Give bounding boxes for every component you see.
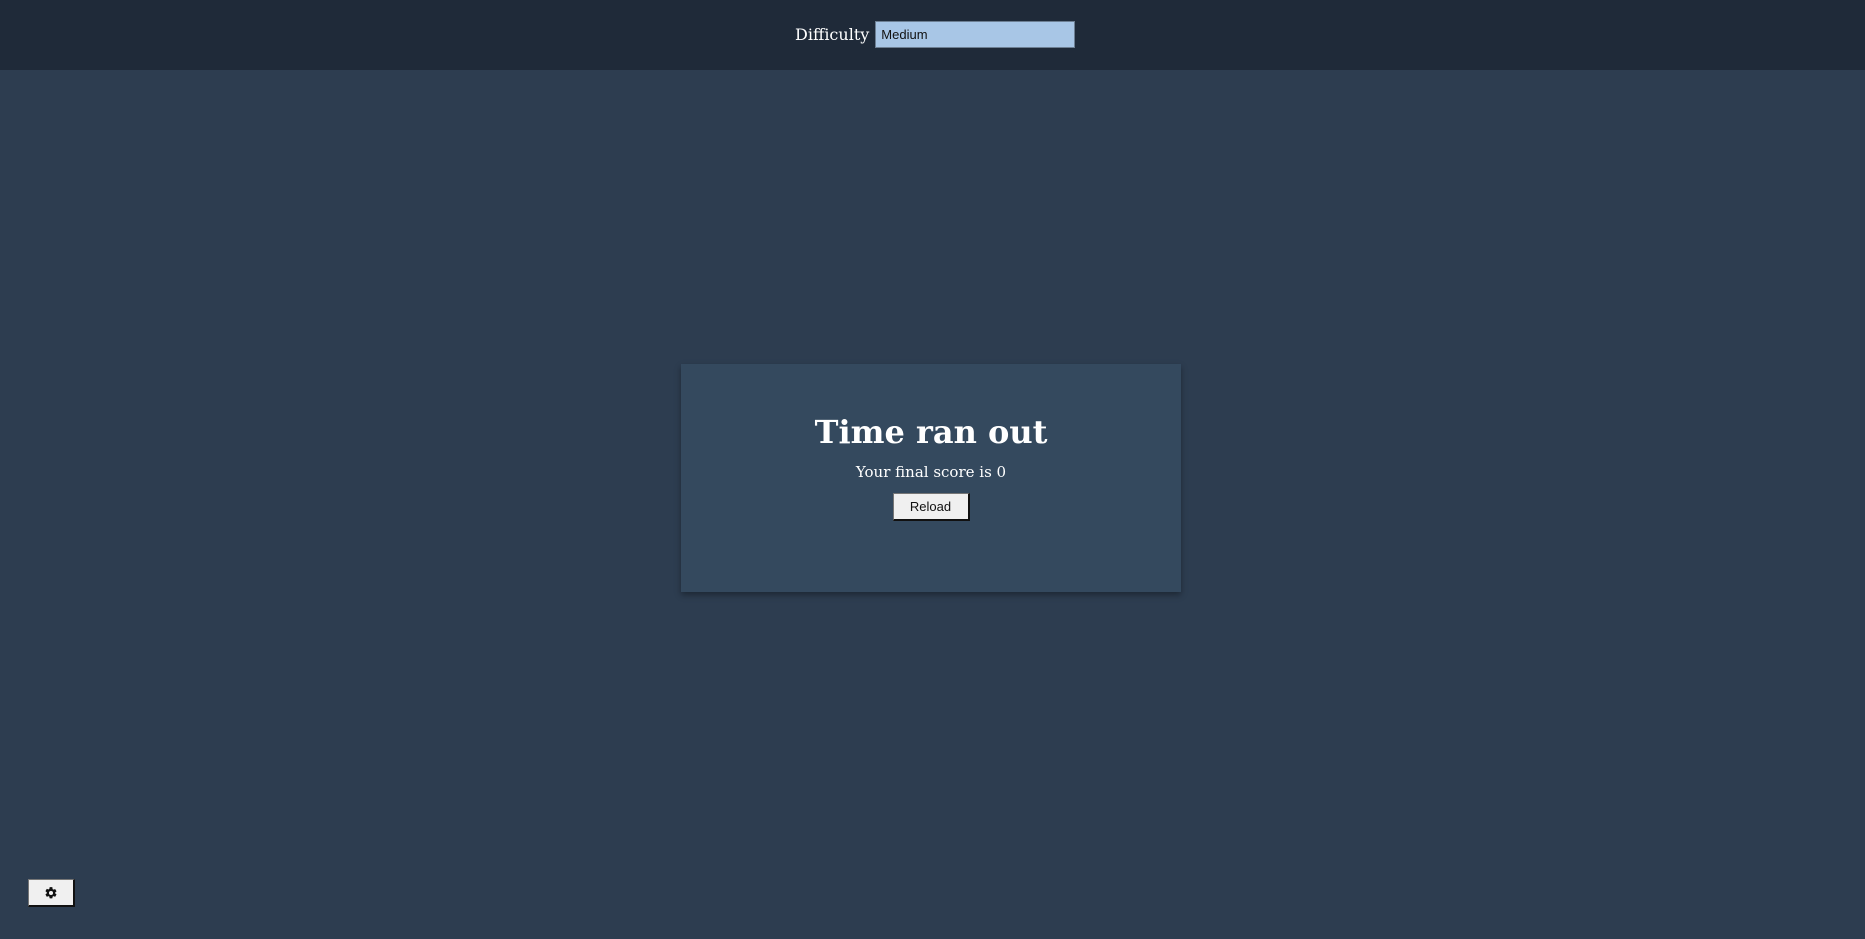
difficulty-control: Difficulty Medium <box>795 21 1076 48</box>
gear-icon <box>44 886 58 900</box>
difficulty-label: Difficulty <box>795 25 870 44</box>
reload-button[interactable]: Reload <box>892 493 970 521</box>
game-over-dialog: Time ran out Your final score is 0 Reloa… <box>681 364 1181 592</box>
final-score-text: Your final score is 0 <box>855 463 1007 481</box>
difficulty-select[interactable]: Medium <box>875 21 1076 48</box>
dialog-title: Time ran out <box>814 413 1048 451</box>
difficulty-selected-value: Medium <box>881 27 928 42</box>
settings-button[interactable] <box>28 879 75 907</box>
top-bar: Difficulty Medium <box>0 0 1865 70</box>
